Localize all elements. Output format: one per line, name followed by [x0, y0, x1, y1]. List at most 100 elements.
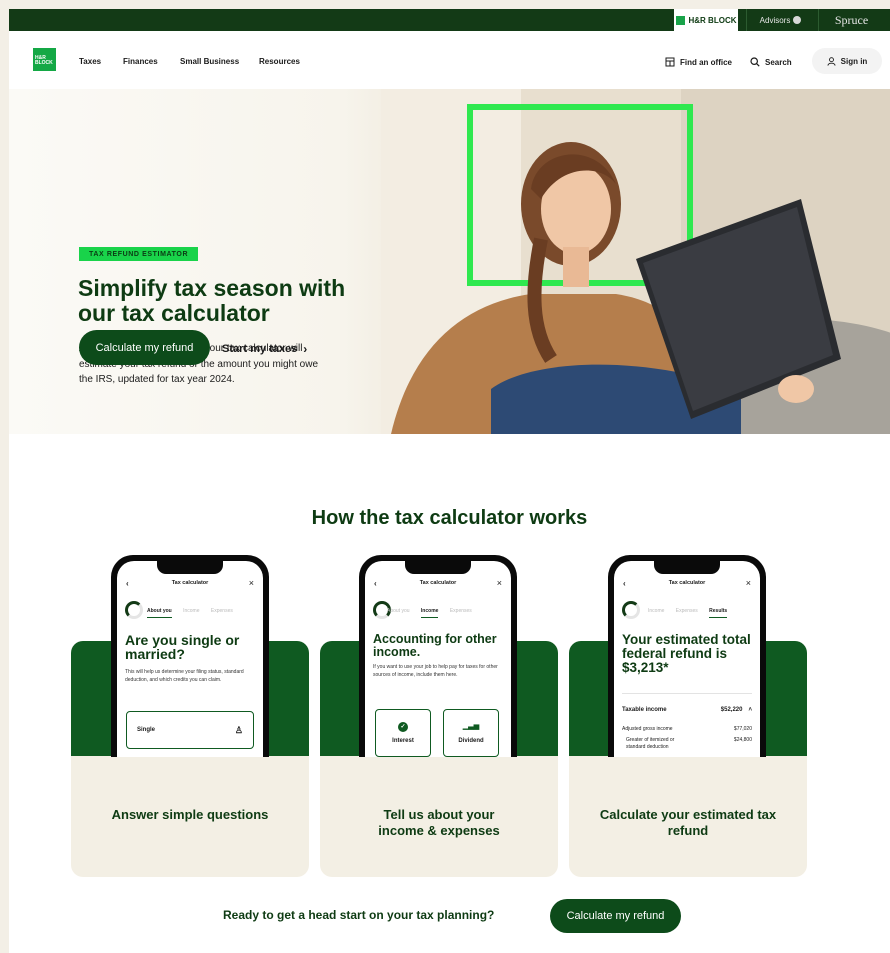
screen-tabs: About you Income Expenses: [387, 608, 503, 618]
tax-refund-estimator-badge: TAX REFUND ESTIMATOR: [79, 247, 199, 261]
screen-header: ‹ Tax calculator ×: [117, 578, 263, 592]
card-label: Calculate your estimated tax refund: [599, 807, 777, 838]
phone-screen: ‹ Tax calculator × About you Income Expe…: [117, 561, 263, 757]
screen-header-title: Tax calculator: [668, 580, 706, 586]
result-label: Greater of itemized or standard deductio…: [626, 737, 675, 750]
phone-mockup-3: ‹ Tax calculator × Income Expenses Resul…: [608, 555, 766, 757]
screen-title: Your estimated total federal refund is $…: [622, 632, 751, 675]
screen-tab: Income: [420, 608, 439, 618]
person-icon: ♙: [234, 724, 243, 735]
sign-in-button[interactable]: Sign in: [812, 48, 882, 74]
screen-tabs: About you Income Expenses: [147, 608, 263, 618]
sign-in-label: Sign in: [840, 56, 868, 66]
start-my-taxes-link[interactable]: Start my taxes ›: [222, 342, 307, 356]
nav-finances[interactable]: Finances: [123, 57, 158, 66]
card-label: Tell us about your income & expenses: [378, 807, 500, 838]
result-row-taxable: Taxable income $52,220 ˄: [622, 707, 752, 713]
option-dividend: ▁▃▅ Dividend: [443, 709, 499, 757]
screen-body: This will help us determine your filing …: [125, 669, 244, 683]
nav-small-business[interactable]: Small Business: [180, 57, 239, 66]
screen-tab: About you: [147, 608, 172, 618]
screen-header: ‹ Tax calculator ×: [614, 578, 760, 592]
result-label: Taxable income: [622, 707, 667, 713]
brand-label: Spruce: [834, 12, 869, 27]
search-label: Search: [765, 57, 792, 67]
result-row-agi: Adjusted gross income $77,020: [622, 726, 752, 732]
phone-notch: [157, 561, 223, 574]
result-row-deduction: Greater of itemized or standard deductio…: [626, 737, 752, 751]
option-label: Interest: [392, 738, 414, 744]
back-arrow-icon: ‹: [126, 579, 129, 588]
cta-calculate-refund-button[interactable]: Calculate my refund: [550, 899, 681, 933]
hero-section: TAX REFUND ESTIMATOR Simplify tax season…: [9, 89, 890, 434]
screen-header: ‹ Tax calculator ×: [365, 578, 511, 592]
search-link[interactable]: Search: [750, 57, 792, 67]
result-value: $24,800: [733, 737, 752, 743]
option-label: Dividend: [458, 738, 484, 744]
screen-tabs: Income Expenses Results: [648, 608, 760, 618]
check-circle-icon: ✓: [398, 722, 408, 732]
close-icon: ×: [745, 578, 751, 588]
hrblock-logo-icon: [675, 15, 685, 25]
phone-mockup-2: ‹ Tax calculator × About you Income Expe…: [359, 555, 517, 757]
brand-bar: H&R BLOCK Advisors Spruce: [9, 9, 890, 31]
screen-tab: Expenses: [449, 608, 472, 614]
screen-tab: About you: [387, 608, 410, 614]
option-interest: ✓ Interest: [375, 709, 431, 757]
screen-tab: Results: [709, 608, 728, 618]
screen-title: Accounting for other income.: [373, 632, 497, 659]
brand-label: Advisors: [759, 15, 791, 25]
search-icon: [750, 57, 760, 67]
building-icon: [665, 57, 675, 67]
how-it-works-heading: How the tax calculator works: [311, 507, 588, 529]
bar-chart-icon: ▁▃▅: [462, 723, 480, 730]
find-office-link[interactable]: Find an office: [665, 57, 732, 67]
result-label: Adjusted gross income: [622, 726, 673, 732]
brand-tab-hrblock[interactable]: H&R BLOCK: [674, 9, 738, 31]
screen-tab: Expenses: [210, 608, 233, 614]
result-value-wrap: $52,220 ˄: [721, 707, 752, 713]
result-value: $52,220: [720, 707, 743, 713]
close-icon: ×: [496, 578, 502, 588]
screen-tab: Expenses: [675, 608, 698, 614]
chevron-up-icon: ˄: [748, 707, 752, 713]
chevron-right-icon: ›: [303, 342, 308, 356]
brand-tab-advisors[interactable]: Advisors: [746, 9, 814, 31]
screen-body: If you want to use your job to help pay …: [373, 664, 498, 678]
card-label: Answer simple questions: [111, 807, 269, 822]
result-value: $77,020: [733, 726, 752, 732]
screen-header-title: Tax calculator: [171, 580, 209, 586]
back-arrow-icon: ‹: [623, 579, 626, 588]
brand-label: H&R BLOCK: [688, 15, 737, 25]
phone-mockup-1: ‹ Tax calculator × About you Income Expe…: [111, 555, 269, 757]
close-icon: ×: [248, 578, 254, 588]
progress-ring-icon: [125, 601, 143, 619]
hrblock-logo[interactable]: H&R BLOCK: [33, 48, 56, 71]
page: H&R BLOCK Advisors Spruce H&R BLOCK Taxes…: [9, 9, 890, 953]
phone-screen: ‹ Tax calculator × Income Expenses Resul…: [614, 561, 760, 757]
option-label: Single: [137, 727, 156, 733]
woman-with-laptop-illustration: [381, 89, 890, 434]
back-arrow-icon: ‹: [374, 579, 377, 588]
user-icon: [827, 56, 836, 66]
main-nav: H&R BLOCK Taxes Finances Small Business R…: [9, 31, 890, 89]
result-divider: [622, 693, 752, 694]
nav-resources[interactable]: Resources: [259, 57, 300, 66]
nav-taxes[interactable]: Taxes: [79, 57, 101, 66]
phone-notch: [654, 561, 720, 574]
screen-header-title: Tax calculator: [419, 580, 457, 586]
screen-tab: Income: [648, 608, 665, 614]
screen-title: Are you single or married?: [125, 632, 240, 662]
start-my-taxes-label: Start my taxes: [222, 343, 298, 355]
hero-photo: [381, 89, 890, 434]
find-office-label: Find an office: [680, 57, 732, 67]
option-single: Single ♙: [126, 711, 254, 749]
brand-tab-spruce[interactable]: Spruce: [818, 9, 884, 31]
calculate-refund-button[interactable]: Calculate my refund: [79, 330, 210, 365]
hero-title: Simplify tax season with our tax calcula…: [78, 275, 346, 326]
progress-ring-icon: [622, 601, 640, 619]
globe-icon: [793, 16, 802, 24]
cta-prompt: Ready to get a head start on your tax pl…: [223, 908, 495, 922]
phone-screen: ‹ Tax calculator × About you Income Expe…: [365, 561, 511, 757]
phone-notch: [405, 561, 471, 574]
